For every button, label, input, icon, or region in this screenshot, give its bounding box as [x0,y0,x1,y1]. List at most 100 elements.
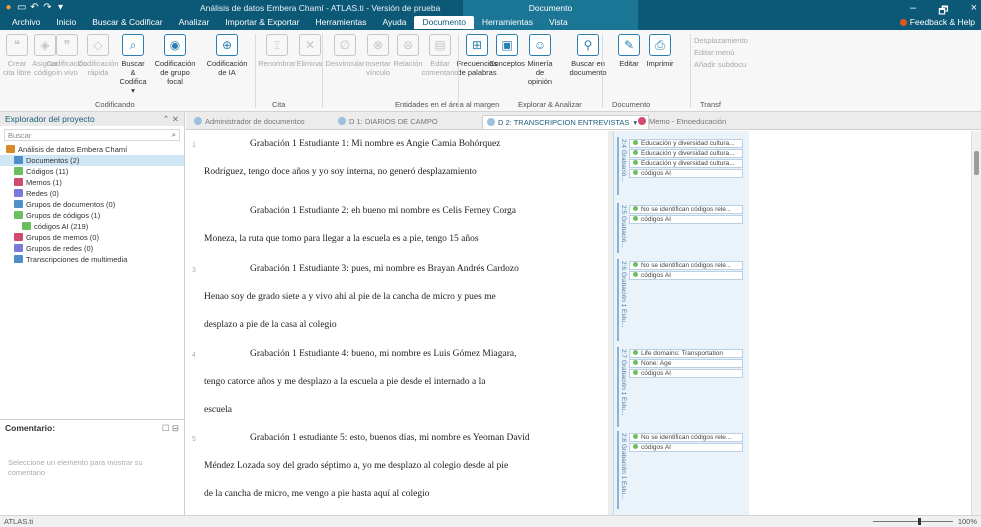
code-tag[interactable]: Life domains: Transportation [629,349,743,358]
ribbon-button[interactable]: ∅ Desvincular [325,34,365,68]
comment-pane-controls[interactable]: ☐ ⊟ [162,423,179,434]
pane-controls[interactable]: ⌃ ✕ [162,114,179,125]
ribbon-button[interactable]: ⊞ Frecuencias de palabras [457,34,497,77]
zoom-slider[interactable] [873,521,953,522]
transcript-line: escuela [204,405,232,415]
ribbon-tab[interactable]: Herramientas [307,16,374,29]
transcript-paragraph[interactable]: 1 Grabación 1 Estudiante 1: Mi nombre es … [192,139,602,195]
redo-icon[interactable]: ↷ [43,2,52,13]
ribbon-button[interactable]: ⌕ Buscar & Codifica ▾ [118,34,148,95]
tree-item[interactable]: Grupos de memos (0) [0,232,184,243]
document-tab-icon [487,118,495,126]
ribbon-button[interactable]: ☺ Minería de opinión [525,34,555,86]
ribbon-button[interactable]: ⊗ Insertar vínculo [363,34,393,77]
search-icon[interactable]: ⌕ [172,130,176,140]
transcript-line: Rodríguez, tengo doce años y yo soy inte… [204,167,477,177]
ribbon-button[interactable]: ✕ Eliminar [295,34,325,68]
code-tag[interactable]: No se identifican códigos rele... [629,433,743,442]
code-tag[interactable]: códigos AI [629,169,743,178]
vertical-scrollbar[interactable] [971,131,981,515]
code-label: Educación y diversidad cultura... [641,140,735,147]
ribbon-button[interactable]: ◇ Codificación rápida [78,34,118,77]
code-tag[interactable]: códigos AI [629,215,743,224]
tree-item-label: Códigos (11) [26,167,69,176]
transcript-paragraph[interactable]: Grabación 1 Estudiante 2: eh bueno mi no… [192,206,602,262]
ribbon-tab[interactable]: Inicio [48,16,84,29]
feedback-button[interactable]: Feedback & Help [899,17,975,27]
quotation-label[interactable]: 2:4 Grabació... [617,139,627,193]
ribbon-tab[interactable]: Importar & Exportar [217,16,307,29]
transcript-line: Grabación 1 estudiante 5: esto, buenos d… [250,433,530,443]
tree-item[interactable]: Transcripciones de multimedia [0,254,184,265]
explorer-search-input[interactable]: Buscar ⌕ [4,129,180,141]
quotation-label[interactable]: 2:5 Grabació... [617,205,627,251]
zoom-slider-thumb[interactable] [918,518,921,525]
customize-icon[interactable]: ▾ [56,2,65,13]
ribbon-small-button[interactable]: Añadir subdocu [694,60,746,69]
feedback-label: Feedback & Help [909,17,975,27]
tree-item[interactable]: Grupos de códigos (1) [0,210,184,221]
tree-item-label: códigos AI (219) [34,222,89,231]
code-tag[interactable]: None: Age [629,359,743,368]
transcript-paragraph[interactable]: 4 Grabación 1 Estudiante 4: bueno, mi nom… [192,349,602,433]
code-tag[interactable]: códigos AI [629,443,743,452]
ribbon-small-button[interactable]: Editar menú [694,48,734,57]
ribbon-button[interactable]: ▣ Conceptos [489,34,525,68]
ribbon-small-button[interactable]: Desplazamiento [694,36,748,45]
tree-item[interactable]: Códigos (11) [0,166,184,177]
quick-access-toolbar: ● ▭ ↶ ↷ ▾ [4,2,65,13]
transcript-line: Henao soy de grado siete a y vivo ahí al… [204,292,496,302]
code-tag[interactable]: No se identifican códigos rele... [629,205,743,214]
ribbon-tab[interactable]: Herramientas [474,16,541,29]
tree-item[interactable]: códigos AI (219) [0,221,184,232]
delete-icon: ✕ [299,34,321,56]
code-tag[interactable]: códigos AI [629,271,743,280]
tree-item[interactable]: Grupos de documentos (0) [0,199,184,210]
transcript-paragraph[interactable]: 3 Grabación 1 Estudiante 3: pues, mi nomb… [192,264,602,348]
scrollbar-thumb[interactable] [974,151,979,175]
in-vivo-icon: ❞ [56,34,78,56]
ribbon-tab[interactable]: Buscar & Codificar [84,16,170,29]
save-icon[interactable]: ▭ [17,2,26,13]
code-tag[interactable]: códigos AI [629,369,743,378]
ribbon-tabs: Archivo Inicio Buscar & Codificar Analizar I… [4,16,576,29]
document-tab[interactable]: D 2: TRANSCRIPCION ENTREVISTAS▾ × [482,115,649,129]
ribbon-separator [255,34,256,108]
ribbon-button-label: Minería de opinión [527,59,553,86]
ribbon-button[interactable]: ▤ Editar comentario [421,34,459,77]
code-tag[interactable]: No se identifican códigos rele... [629,261,743,270]
quotation-label[interactable]: 2:6 Grabación 1 Estu... [617,261,627,339]
ribbon-tab[interactable]: Analizar [171,16,218,29]
document-tab[interactable]: Memo - Etnoeducación [634,115,730,129]
ribbon-button[interactable]: ❝ Crear cita libre [2,34,32,77]
code-tag[interactable]: Educación y diversidad cultura... [629,149,743,158]
document-tab[interactable]: Administrador de documentos [190,115,309,129]
ribbon-button[interactable]: ⎙ Imprimir [645,34,675,68]
quotation-label[interactable]: 2:8 Grabación 1 Estu... [617,433,627,507]
ribbon-button[interactable]: ⊜ Relación [393,34,423,68]
tree-item[interactable]: Memos (1) [0,177,184,188]
undo-icon[interactable]: ↶ [30,2,39,13]
transcript-paragraph[interactable]: 5 Grabación 1 estudiante 5: esto, buenos … [192,433,602,517]
ribbon-button[interactable]: ◉ Codificación de grupo focal [155,34,195,86]
document-view[interactable]: 1 Grabación 1 Estudiante 1: Mi nombre es … [186,131,608,515]
ribbon-tab[interactable]: Archivo [4,16,48,29]
ribbon-button[interactable]: ✎ Editar [614,34,644,68]
paragraph-number: 4 [192,352,196,359]
code-tag[interactable]: Educación y diversidad cultura... [629,159,743,168]
tree-item[interactable]: Análisis de datos Embera Chamí [0,144,184,155]
tree-item[interactable]: Redes (0) [0,188,184,199]
tree-item[interactable]: Grupos de redes (0) [0,243,184,254]
ribbon-tab[interactable]: Vista [541,16,576,29]
quotation-label[interactable]: 2:7 Grabación 1 Estu... [617,349,627,425]
code-label: Life domains: Transportation [641,350,724,357]
ribbon-button[interactable]: ⌶ Renombrar [258,34,296,68]
document-tab[interactable]: D 1: DIARIOS DE CAMPO [334,115,442,129]
search-code-icon: ⌕ [122,34,144,56]
tree-item-icon [22,222,31,230]
ribbon-button[interactable]: ⊕ Codificación de IA [207,34,247,77]
ribbon-tab[interactable]: Ayuda [375,16,415,29]
tree-item[interactable]: Documentos (2) [0,155,184,166]
ribbon-tab[interactable]: Documento [414,16,474,29]
code-tag[interactable]: Educación y diversidad cultura... [629,139,743,148]
